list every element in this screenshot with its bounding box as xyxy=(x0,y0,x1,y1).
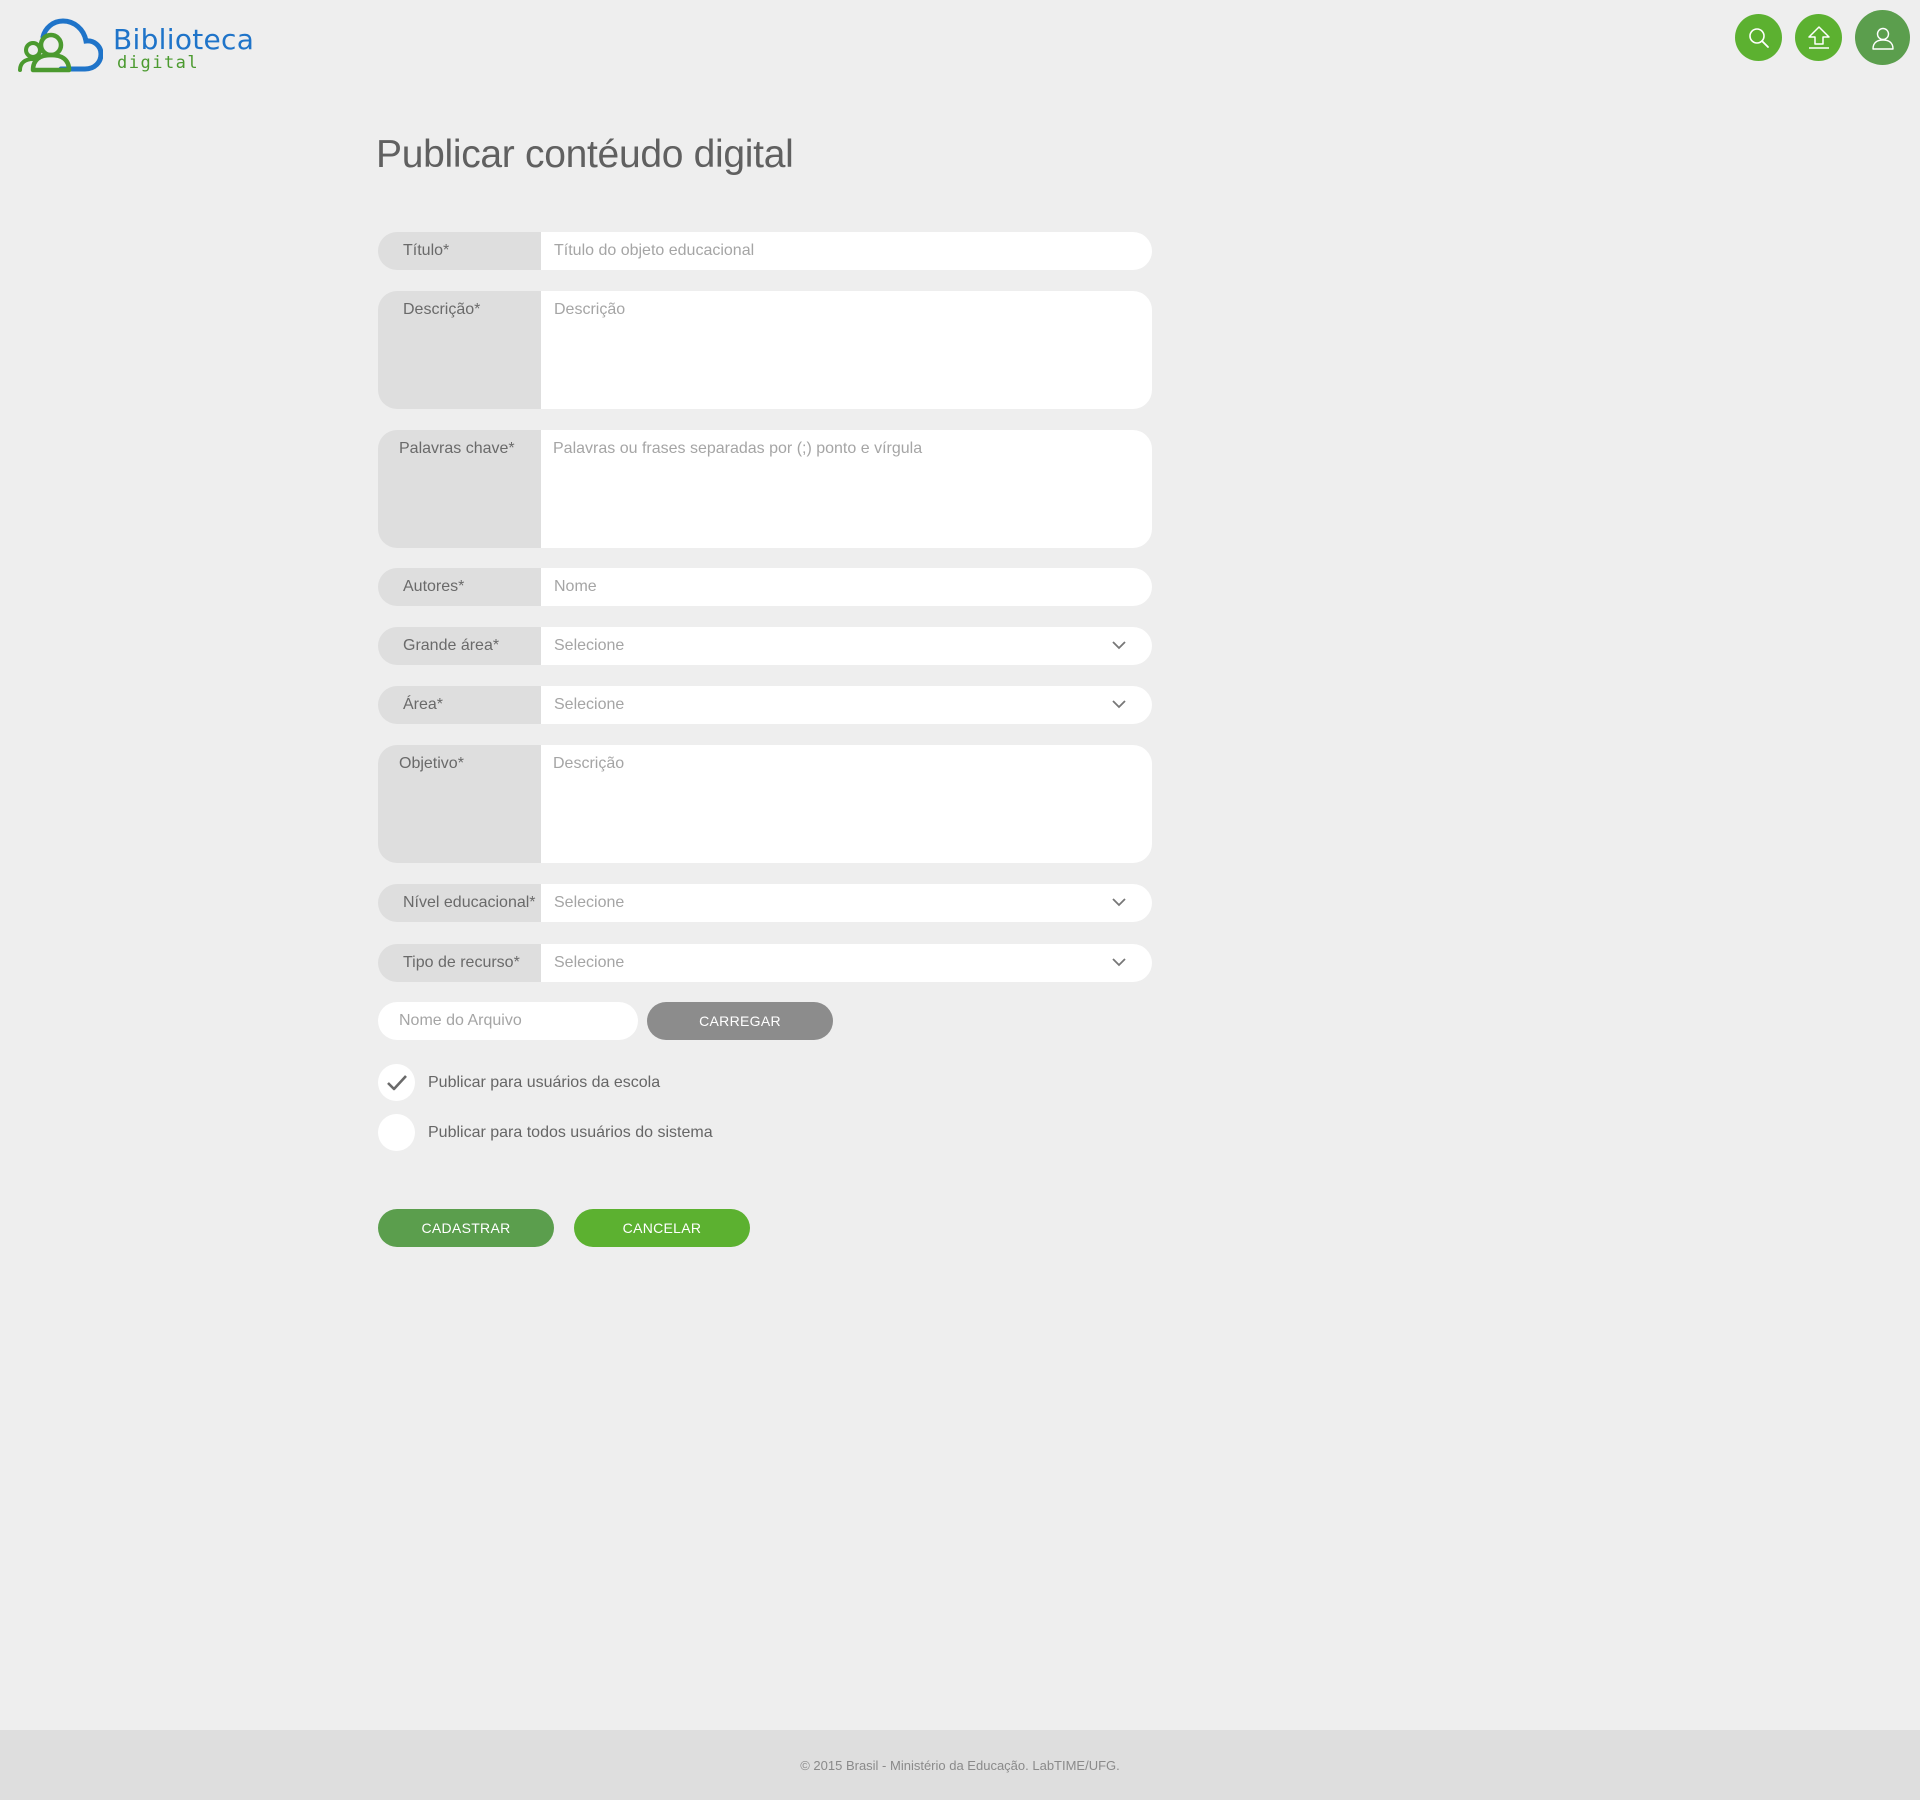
user-menu-button[interactable] xyxy=(1855,10,1910,65)
tipo-recurso-row: Tipo de recurso* Selecione xyxy=(378,944,1152,982)
footer: © 2015 Brasil - Ministério da Educação. … xyxy=(0,1730,1920,1800)
palavras-chave-textarea[interactable]: Palavras ou frases separadas por (;) pon… xyxy=(541,430,1152,548)
chevron-down-icon xyxy=(1112,898,1126,907)
logo[interactable]: Biblioteca digital xyxy=(17,17,254,73)
cadastrar-button[interactable]: CADASTRAR xyxy=(378,1209,554,1247)
publish-all-label: Publicar para todos usuários do sistema xyxy=(428,1123,713,1141)
titulo-row: Título* Título do objeto educacional xyxy=(378,232,1152,270)
publish-school-label: Publicar para usuários da escola xyxy=(428,1073,661,1091)
area-select[interactable]: Selecione xyxy=(541,686,1152,724)
upload-file-button[interactable]: CARREGAR xyxy=(647,1002,833,1040)
descricao-row: Descrição* Descrição xyxy=(378,291,1152,409)
tipo-recurso-select[interactable]: Selecione xyxy=(541,944,1152,982)
checkbox-circle[interactable] xyxy=(378,1114,415,1151)
objetivo-label: Objetivo* xyxy=(378,745,541,863)
checkmark-icon xyxy=(386,1074,407,1090)
chevron-down-icon xyxy=(1112,641,1126,650)
autores-label: Autores* xyxy=(378,568,541,606)
palavras-chave-label: Palavras chave* xyxy=(378,430,541,548)
objetivo-textarea[interactable]: Descrição xyxy=(541,745,1152,863)
nivel-educacional-select[interactable]: Selecione xyxy=(541,884,1152,922)
user-icon xyxy=(1871,27,1894,50)
publish-school-checkbox[interactable]: Publicar para usuários da escola xyxy=(378,1064,660,1101)
upload-icon xyxy=(1807,25,1830,49)
autores-row: Autores* Nome xyxy=(378,568,1152,606)
grande-area-row: Grande área* Selecione xyxy=(378,627,1152,665)
titulo-input[interactable]: Título do objeto educacional xyxy=(541,232,1152,270)
brand-subtitle: digital xyxy=(117,53,200,73)
page-title: Publicar contéudo digital xyxy=(376,133,794,176)
nivel-educacional-row: Nível educacional* Selecione xyxy=(378,884,1152,922)
descricao-textarea[interactable]: Descrição xyxy=(541,291,1152,409)
tipo-recurso-value: Selecione xyxy=(554,954,625,971)
footer-text: © 2015 Brasil - Ministério da Educação. … xyxy=(800,1757,1120,1773)
grande-area-label: Grande área* xyxy=(378,627,541,665)
logo-cloud-icon xyxy=(18,18,103,73)
palavras-chave-row: Palavras chave* Palavras ou frases separ… xyxy=(378,430,1152,548)
chevron-down-icon xyxy=(1112,958,1126,967)
chevron-down-icon xyxy=(1112,700,1126,709)
search-icon xyxy=(1748,27,1769,48)
file-name-input[interactable]: Nome do Arquivo xyxy=(378,1002,638,1040)
descricao-label: Descrição* xyxy=(378,291,541,409)
nivel-educacional-value: Selecione xyxy=(554,894,625,911)
area-label: Área* xyxy=(378,686,541,724)
objetivo-row: Objetivo* Descrição xyxy=(378,745,1152,863)
search-button[interactable] xyxy=(1735,14,1782,61)
grande-area-value: Selecione xyxy=(554,637,625,654)
area-row: Área* Selecione xyxy=(378,686,1152,724)
checkbox-circle[interactable] xyxy=(378,1064,415,1101)
upload-button[interactable] xyxy=(1795,14,1842,61)
tipo-recurso-label: Tipo de recurso* xyxy=(378,944,541,982)
area-value: Selecione xyxy=(554,696,625,713)
cancelar-button[interactable]: CANCELAR xyxy=(574,1209,750,1247)
brand-name: Biblioteca xyxy=(113,23,255,56)
autores-input[interactable]: Nome xyxy=(541,568,1152,606)
publish-all-checkbox[interactable]: Publicar para todos usuários do sistema xyxy=(378,1114,713,1151)
titulo-label: Título* xyxy=(378,232,541,270)
nivel-educacional-label: Nível educacional* xyxy=(378,884,541,922)
grande-area-select[interactable]: Selecione xyxy=(541,627,1152,665)
